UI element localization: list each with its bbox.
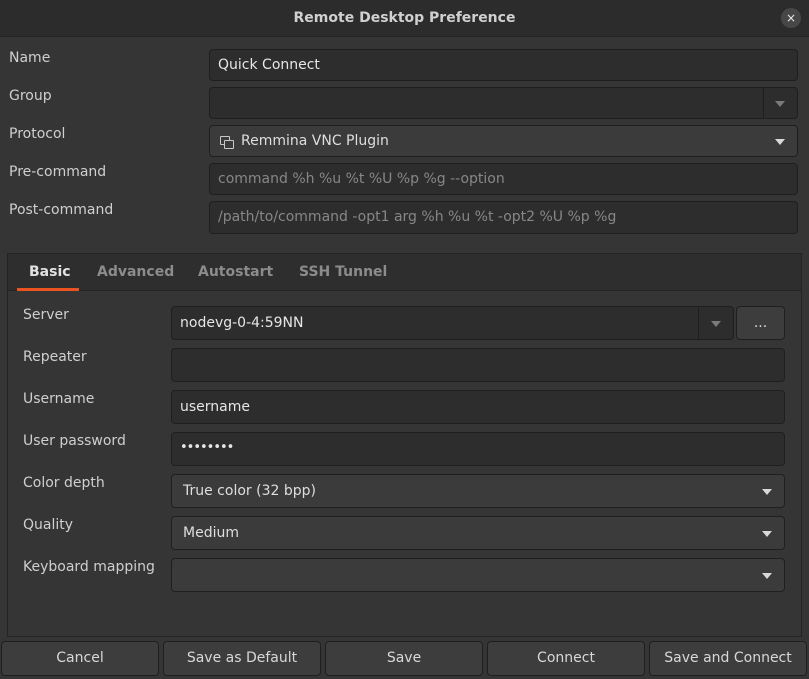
post-command-placeholder: /path/to/command -opt1 arg %h %u %t -opt… — [218, 209, 617, 225]
server-label: Server — [23, 307, 69, 323]
name-value: Quick Connect — [218, 57, 320, 73]
username-value: username — [180, 399, 250, 415]
tab-advanced[interactable]: Advanced — [97, 264, 174, 280]
color-depth-select[interactable]: True color (32 bpp) — [171, 474, 785, 508]
chevron-down-icon[interactable] — [711, 321, 721, 327]
protocol-label: Protocol — [9, 126, 66, 142]
quality-label: Quality — [23, 517, 74, 533]
tab-ssh-tunnel[interactable]: SSH Tunnel — [299, 264, 387, 280]
group-combo-separator — [763, 88, 764, 118]
keyboard-mapping-label: Keyboard mapping — [23, 559, 155, 575]
pre-command-label: Pre-command — [9, 164, 107, 180]
save-and-connect-button[interactable]: Save and Connect — [649, 641, 807, 676]
repeater-field[interactable] — [171, 348, 785, 382]
group-label: Group — [9, 88, 52, 104]
quality-select[interactable]: Medium — [171, 516, 785, 550]
server-combo-entry[interactable]: nodevg-0-4:59NN — [171, 306, 734, 340]
chevron-down-icon — [775, 139, 785, 145]
protocol-select[interactable]: Remmina VNC Plugin — [209, 125, 798, 157]
keyboard-mapping-select[interactable] — [171, 558, 785, 592]
dialog-button-bar: Cancel Save as Default Save Connect Save… — [0, 640, 809, 679]
close-button[interactable]: × — [781, 8, 801, 28]
username-label: Username — [23, 391, 95, 407]
tab-basic[interactable]: Basic — [29, 264, 71, 280]
protocol-value: Remmina VNC Plugin — [241, 133, 389, 149]
server-browse-button[interactable]: ... — [736, 306, 785, 340]
name-label: Name — [9, 50, 51, 66]
save-button[interactable]: Save — [325, 641, 483, 676]
title-bar: Remote Desktop Preference × — [0, 0, 809, 37]
password-value: •••••••• — [180, 440, 234, 455]
color-depth-label: Color depth — [23, 475, 105, 491]
chevron-down-icon — [762, 489, 772, 495]
server-combo-separator — [698, 307, 699, 339]
chevron-down-icon[interactable] — [775, 101, 785, 107]
color-depth-value: True color (32 bpp) — [183, 483, 316, 499]
tab-bar: Basic Advanced Autostart SSH Tunnel — [8, 254, 801, 291]
username-field[interactable]: username — [171, 390, 785, 424]
pre-command-placeholder: command %h %u %t %U %p %g --option — [218, 171, 505, 187]
quality-value: Medium — [183, 525, 239, 541]
active-tab-indicator — [17, 288, 79, 291]
cancel-button[interactable]: Cancel — [1, 641, 159, 676]
chevron-down-icon — [762, 531, 772, 537]
password-label: User password — [23, 433, 126, 449]
chevron-down-icon — [762, 573, 772, 579]
name-field[interactable]: Quick Connect — [209, 49, 798, 81]
group-combo-entry[interactable] — [209, 87, 798, 119]
post-command-label: Post-command — [9, 202, 114, 218]
post-command-field[interactable]: /path/to/command -opt1 arg %h %u %t -opt… — [209, 201, 798, 234]
server-value: nodevg-0-4:59NN — [180, 315, 304, 331]
connection-type-icon — [220, 136, 234, 149]
save-as-default-button[interactable]: Save as Default — [163, 641, 321, 676]
connect-button[interactable]: Connect — [487, 641, 645, 676]
window-title: Remote Desktop Preference — [293, 10, 516, 26]
close-icon: × — [785, 11, 797, 25]
repeater-label: Repeater — [23, 349, 87, 365]
pre-command-field[interactable]: command %h %u %t %U %p %g --option — [209, 163, 798, 195]
tab-autostart[interactable]: Autostart — [198, 264, 273, 280]
password-field[interactable]: •••••••• — [171, 432, 785, 466]
